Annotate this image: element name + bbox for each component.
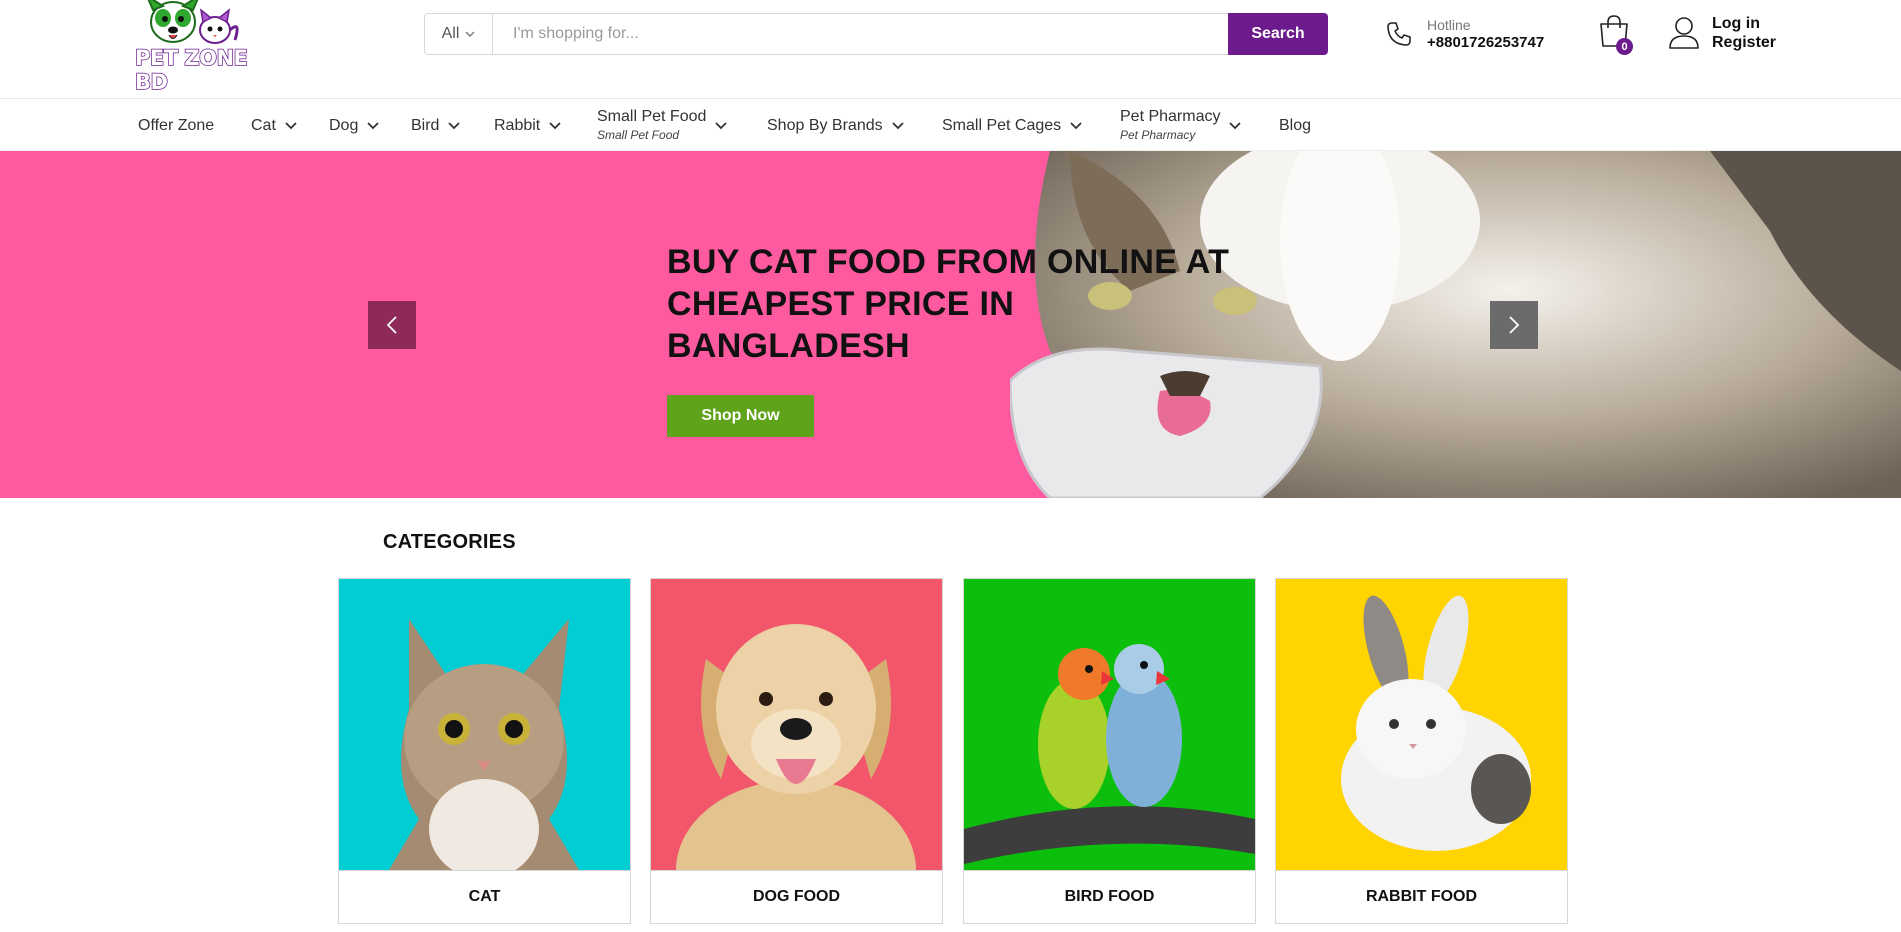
chevron-down-icon (448, 122, 461, 130)
nav-label: Pet Pharmacy (1120, 107, 1221, 125)
chevron-down-icon (367, 122, 379, 130)
nav-label: Rabbit (494, 116, 541, 134)
chevron-down-icon (891, 122, 904, 130)
chevron-right-icon (1509, 316, 1520, 334)
chevron-down-icon (1229, 122, 1242, 130)
phone-icon (1387, 22, 1411, 46)
nav-item-small-pet-cages[interactable]: Small Pet Cages (942, 100, 1083, 151)
search-bar: All Search (424, 13, 1328, 55)
nav-label: Bird (411, 116, 440, 134)
hotline[interactable]: Hotline +8801726253747 (1385, 14, 1544, 54)
category-card-dog-food[interactable]: DOG FOOD (650, 578, 943, 924)
chevron-down-icon (549, 122, 561, 130)
cart-button[interactable]: 0 (1598, 14, 1634, 55)
nav-item-bird[interactable]: Bird (411, 100, 461, 151)
hotline-number[interactable]: +8801726253747 (1427, 34, 1544, 52)
nav-item-pet-pharmacy[interactable]: Pet Pharmacy Pet Pharmacy (1120, 100, 1242, 151)
nav-item-offer-zone[interactable]: Offer Zone (138, 100, 214, 151)
search-category-value: All (441, 25, 460, 42)
nav-label: Shop By Brands (767, 116, 883, 134)
category-card-cat[interactable]: CAT (338, 578, 631, 924)
category-label[interactable]: DOG FOOD (651, 870, 942, 923)
nav-label: Small Pet Food (597, 107, 707, 125)
nav-label: Dog (329, 116, 359, 134)
main-navigation: Offer Zone Cat Dog Bird Rabbit Small Pet… (0, 100, 1901, 151)
hero-title: BUY CAT FOOD FROM ONLINE AT CHEAPEST PRI… (667, 243, 1230, 365)
nav-label: Small Pet Cages (942, 116, 1062, 134)
category-label[interactable]: BIRD FOOD (964, 870, 1255, 923)
cat-photo-icon (389, 619, 579, 870)
chevron-down-icon (715, 122, 728, 130)
category-label[interactable]: CAT (339, 870, 630, 923)
category-image-dog (651, 579, 942, 870)
hotline-label: Hotline (1427, 17, 1471, 33)
category-image-bird (964, 579, 1255, 870)
chevron-left-icon (386, 316, 397, 334)
shop-now-button[interactable]: Shop Now (667, 395, 814, 437)
bird-photo-icon (964, 644, 1255, 864)
login-link[interactable]: Log in (1712, 14, 1776, 33)
nav-item-blog[interactable]: Blog (1279, 100, 1311, 151)
category-card-rabbit-food[interactable]: RABBIT FOOD (1275, 578, 1568, 924)
rabbit-photo-icon (1341, 595, 1531, 851)
site-header: PET ZONE BD All Search Hotline +88017262… (0, 0, 1901, 99)
nav-label: Offer Zone (138, 116, 215, 134)
categories-heading: CATEGORIES (383, 531, 516, 553)
category-label[interactable]: RABBIT FOOD (1276, 870, 1567, 923)
nav-sublabel: Pet Pharmacy (1120, 127, 1196, 142)
search-input[interactable] (493, 14, 1228, 54)
nav-item-dog[interactable]: Dog (329, 100, 380, 151)
category-card-bird-food[interactable]: BIRD FOOD (963, 578, 1256, 924)
account-menu: Log in Register (1668, 14, 1776, 52)
chevron-down-icon (1070, 122, 1082, 130)
carousel-prev-button[interactable] (368, 301, 416, 349)
user-icon (1669, 17, 1699, 49)
dog-photo-icon (676, 624, 916, 870)
nav-sublabel: Small Pet Food (597, 127, 680, 142)
category-image-rabbit (1276, 579, 1567, 870)
cart-count-badge: 0 (1616, 38, 1633, 55)
search-category-select[interactable]: All (425, 14, 493, 54)
nav-item-shop-by-brands[interactable]: Shop By Brands (767, 100, 905, 151)
carousel-next-button[interactable] (1490, 301, 1538, 349)
nav-item-small-pet-food[interactable]: Small Pet Food Small Pet Food (597, 100, 728, 151)
search-button[interactable]: Search (1228, 13, 1328, 55)
chevron-down-icon (285, 122, 297, 130)
category-image-cat (339, 579, 630, 870)
hero-banner: BUY CAT FOOD FROM ONLINE AT CHEAPEST PRI… (0, 151, 1901, 498)
nav-label: Cat (251, 116, 276, 134)
logo-text: PET ZONE BD (134, 45, 248, 95)
nav-item-cat[interactable]: Cat (251, 100, 298, 151)
chevron-down-icon (465, 31, 475, 37)
nav-item-rabbit[interactable]: Rabbit (494, 100, 562, 151)
pet-zone-bd-logo[interactable]: PET ZONE BD (133, 0, 273, 95)
nav-label: Blog (1279, 116, 1312, 134)
register-link[interactable]: Register (1712, 33, 1776, 52)
